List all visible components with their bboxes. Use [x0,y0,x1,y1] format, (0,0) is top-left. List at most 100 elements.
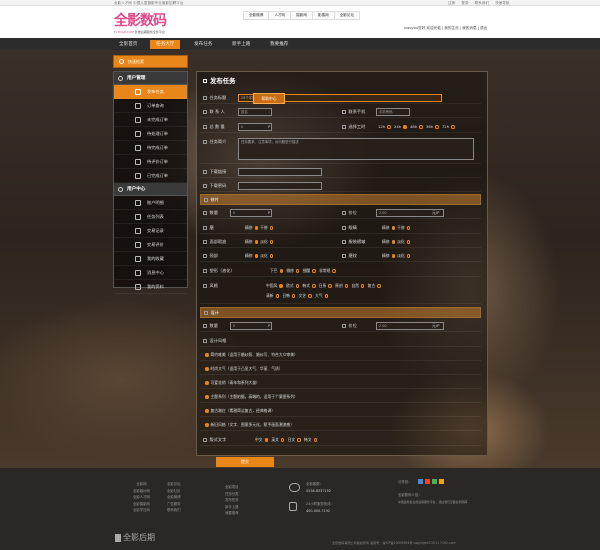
share-icon[interactable] [439,479,444,484]
copyright: 全影数码有限公司版权所有 备案号：鲁ICP备10009594号 copyrigh… [332,541,456,545]
retouch-count-input[interactable]: 0 [230,209,272,217]
heart-icon [135,242,141,248]
row-quantity: 总 数 量 0 P 选择工时 12h 24h 48h 36h 72h [200,121,481,133]
section-design[interactable]: 设计 [200,307,481,318]
sidebar-item-completed[interactable]: 已完成订单 [114,169,187,183]
description-textarea[interactable]: 任务要求、注意事项，对问题进行描述 [238,138,474,160]
nav-item-newbie[interactable]: 新手上路 [226,40,256,49]
qzone-icon[interactable] [418,479,423,484]
nav-item-recommend[interactable]: 我要推荐 [264,40,294,49]
edit-icon [135,89,141,95]
row-download-code: 下载密码 [200,180,481,192]
footer-col-community: 全影论坛 全影社区 全影微博 广告服务 联系我们 [167,482,181,513]
sidebar-item-pending[interactable]: 待处理订单 [114,127,187,141]
list-icon [135,117,141,123]
logo-subtitle: FL7DAD.COM 影楼后期服务全影平台 [114,30,165,34]
header: 全影数码 FL7DAD.COM 影楼后期服务全影平台 全影微博 人才网 摄影网 … [0,6,600,38]
row-task-title: 任务标题 25个字符以内 [200,92,481,104]
section-retouch[interactable]: 修片 [200,194,481,205]
sidebar-item-profile[interactable]: 我的资料 [114,280,187,294]
design-style-option[interactable]: 时尚大气（适用于凸显大气、华丽、气质） [200,363,481,375]
logo-mark-icon [115,534,121,542]
design-style-option[interactable]: 可爱花俏（青年和系列大量） [200,377,481,389]
footer-col-sites: 全影网 全影婚纱网 全影人才网 全影摄影网 全影学社网 [133,482,150,513]
design-style-option[interactable]: 新旧风格（文字、图案多元化，赋予画面潮流感） [200,419,481,431]
message-icon [135,270,141,276]
row-style: 风格 中国风 欧式 韩式 日系 原创 自然 复古 清新 日韩 文艺 大气 [200,280,481,304]
headset-icon [289,483,300,492]
footer-hotline: 全影客服： 0536-8337192 [306,482,331,493]
header-menu-item[interactable]: 人才网 [269,12,292,19]
contact-link[interactable]: 联系我们 [475,1,489,5]
gear-icon [118,76,123,81]
welcome-text[interactable]: xiaoyou您好,欢迎光临 | 我的主页 | 我的消息 | 退出 [404,26,487,31]
help-center-button[interactable]: 帮助中心 [253,93,285,104]
footer-col-projects: 全影项目 任务分类 发布任务 新手上路 我要推荐 [225,485,239,516]
login-link[interactable]: 登录 [461,1,468,5]
register-link[interactable]: 注册 [448,1,455,5]
footer-intro: 全影数码介绍： 中国最新最全的后期服务平台，通过我们掌握最新图库 [398,493,468,504]
row-layout-text: 版式文字 中文 英文 日文 韩文 [200,434,481,446]
weibo-icon[interactable] [425,479,430,484]
download-code-input[interactable] [238,182,322,190]
publish-task-panel: 发布任务 任务标题 25个字符以内 联 系 人 姓名 联系手机 手机号码 总 数… [196,71,488,456]
wechat-icon[interactable] [432,479,437,484]
row-contact: 联 系 人 姓名 联系手机 手机号码 [200,106,481,118]
row-retouch-count: 数量 0 P 价位 2.00 元/P [200,207,481,219]
quick-nav-link[interactable]: 快速导航 [495,1,509,5]
nav-item-home[interactable]: 全影首页 [113,40,143,49]
design-count-input[interactable]: 0 [230,322,272,330]
done-icon [135,173,141,179]
sidebar-group-user-center: 用户中心 [114,183,187,196]
footer-follow-label: 分享到： [398,480,412,484]
sidebar-item-order-query[interactable]: 订单查询 [114,99,187,113]
row-download-link: 下载链接 [200,166,481,178]
profile-icon [135,284,141,290]
sidebar-item-to-review[interactable]: 待评价订单 [114,155,187,169]
sidebar-group-user-manage: 用户管理 [114,72,187,85]
sidebar: 用户管理 发布任务 订单查询 未完成订单 待处理订单 待完成订单 待评价订单 已… [113,71,188,294]
panel-title: 发布任务 [203,76,236,85]
row-skin: 磨 精修 干修 眼睛 精修 干修 [200,222,481,234]
clock-icon [135,131,141,137]
row-description: 任务简介 任务要求、注意事项，对问题进行描述 [200,136,481,164]
design-style-option[interactable]: 简约唯美（适用于婚纱照、婚纱写、符合大众审美） [200,349,481,361]
header-menu-item[interactable]: 影楼网 [313,12,335,19]
download-link-input[interactable] [238,168,322,176]
sidebar-item-task-list[interactable]: 任务列表 [114,210,187,224]
contact-input[interactable]: 姓名 [238,108,272,116]
header-menu-item[interactable]: 全影论坛 [335,12,359,19]
footer: 全影网 全影婚纱网 全影人才网 全影摄影网 全影学社网 全影论坛 全影社区 全影… [0,468,600,550]
sidebar-item-transactions[interactable]: 交易记录 [114,224,187,238]
phone-input[interactable]: 手机号码 [376,108,410,116]
quick-search-button[interactable]: 快速检索 [113,55,188,68]
quantity-input[interactable]: 0 [238,123,272,131]
nav-item-publish[interactable]: 发布任务 [188,40,218,49]
row-design-style: 设计风格 [200,335,481,347]
header-menu-item[interactable]: 摄影网 [291,12,313,19]
sidebar-item-reviews[interactable]: 交易评价 [114,238,187,252]
deadline-options[interactable]: 12h 24h 48h 36h 72h [378,124,457,129]
sidebar-item-to-complete[interactable]: 待完成订单 [114,141,187,155]
sidebar-item-favorites[interactable]: 我的收藏 [114,252,187,266]
header-menu-item[interactable]: 全影微博 [244,12,270,19]
header-menu: 全影微博 人才网 摄影网 影楼网 全影论坛 [243,11,361,20]
nav-item-task-hall[interactable]: 任务大厅 [150,40,181,49]
search-icon [119,59,124,64]
row-design-count: 数量 0 P 价位 2.00 元/P [200,320,481,332]
sidebar-item-publish-task[interactable]: 发布任务 [114,85,187,99]
sidebar-item-unfinished[interactable]: 未完成订单 [114,113,187,127]
site-logo[interactable]: 全影数码 [114,10,167,30]
user-icon [118,187,123,192]
doc-icon [203,79,207,83]
design-style-option[interactable]: 复古端庄（素雅简洁复古，经典格调） [200,405,481,417]
design-style-option[interactable]: 主题系列（主题拍摄，高端的，适用于个案图系列） [200,391,481,403]
main-nav: 全影首页 任务大厅 发布任务 新手上路 我要推荐 [0,38,600,50]
wallet-icon [135,200,141,206]
row-neck: 颈部 精修 淡化 磨纹 精修 淡化 [200,250,481,262]
sidebar-item-account[interactable]: 账户明细 [114,196,187,210]
sidebar-item-messages[interactable]: 消息中心 [114,266,187,280]
eye-icon [135,214,141,220]
submit-button[interactable]: 提交 [216,457,274,467]
order-icon [135,103,141,109]
